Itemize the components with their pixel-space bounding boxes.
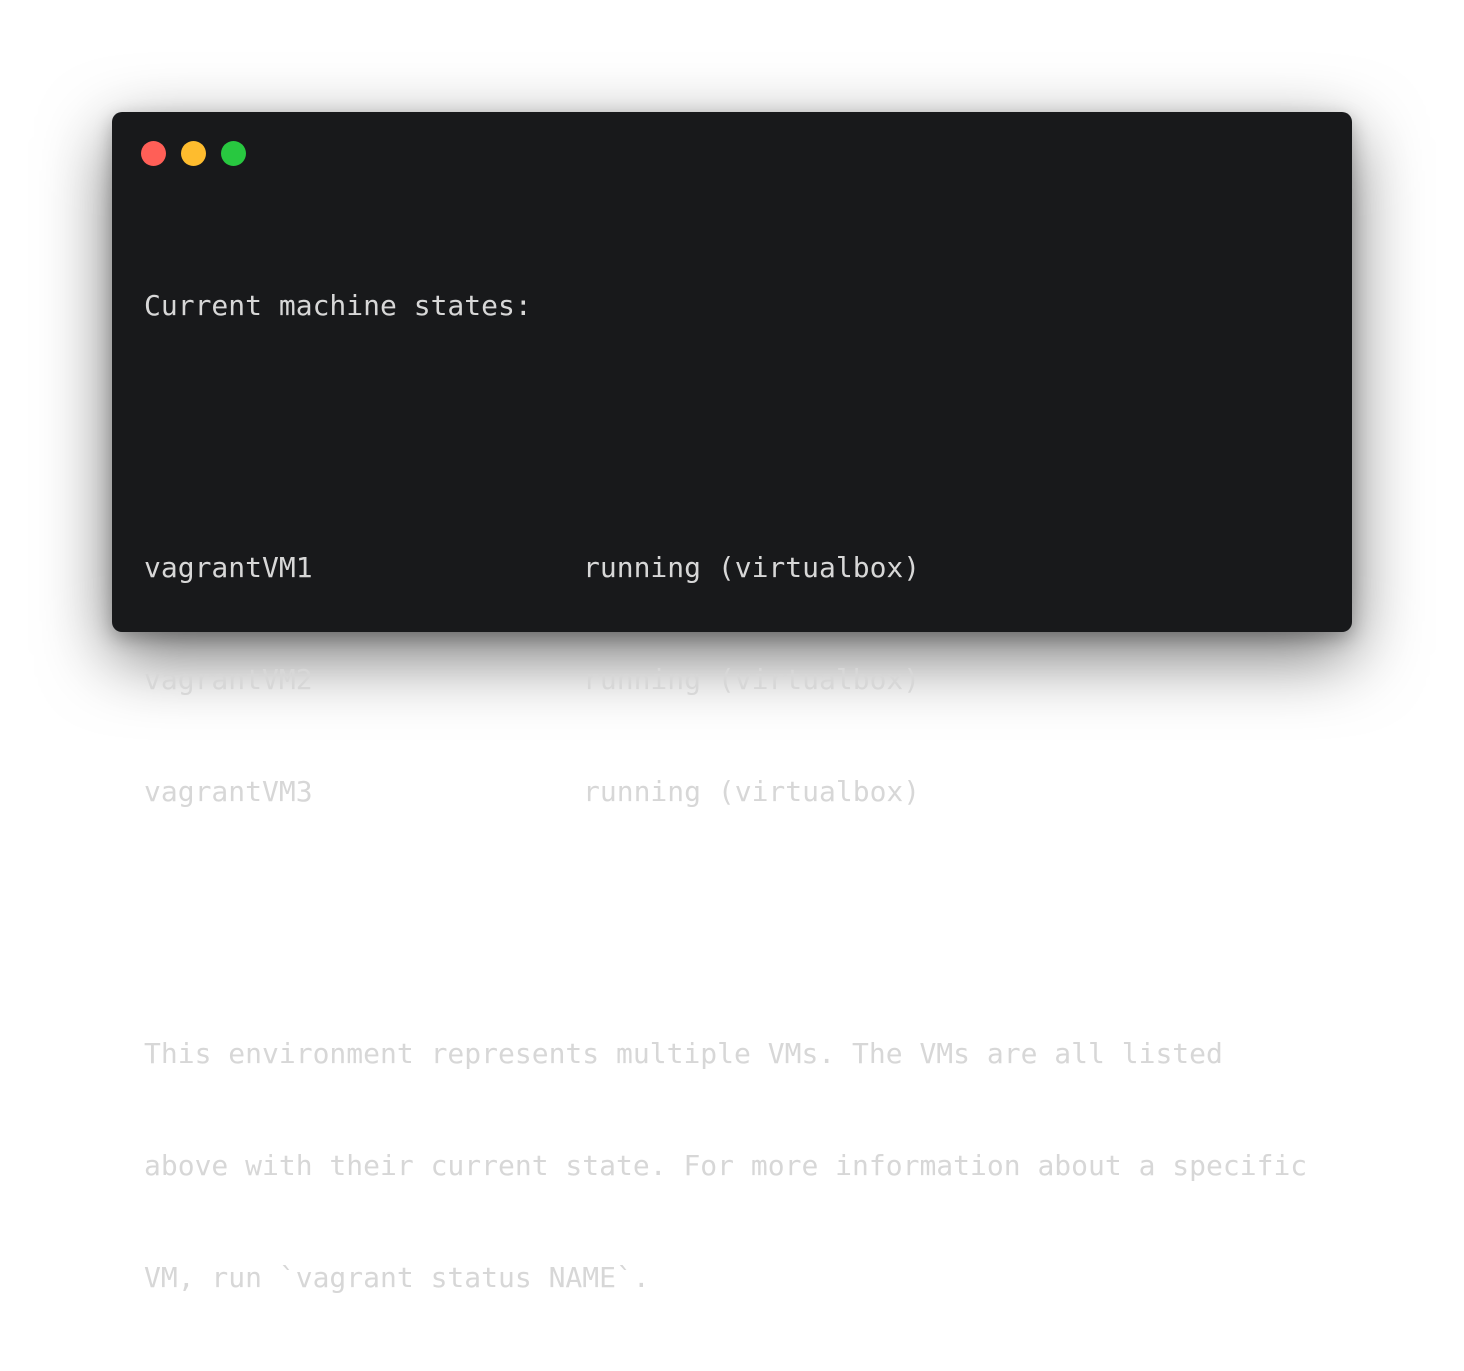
window-controls <box>141 141 246 166</box>
machine-state: running (virtualbox) <box>583 550 921 584</box>
machine-name: vagrantVM3 <box>144 775 313 809</box>
info-line: VM, run `vagrant status NAME`. <box>144 1261 650 1295</box>
info-line: This environment represents multiple VMs… <box>144 1036 1223 1070</box>
terminal-window: Current machine states: vagrantVM1 runnin… <box>112 112 1352 1294</box>
machine-name: vagrantVM2 <box>144 662 313 696</box>
machine-row: vagrantVM1 running (virtualbox) <box>144 549 1332 586</box>
machine-state: running (virtualbox) <box>583 662 921 696</box>
zoom-button[interactable] <box>221 141 246 166</box>
machine-row: vagrantVM2 running (virtualbox) <box>144 661 1332 698</box>
machine-state: running (virtualbox) <box>583 775 921 809</box>
machine-row: vagrantVM3 running (virtualbox) <box>144 773 1332 810</box>
minimize-button[interactable] <box>181 141 206 166</box>
output-header: Current machine states: <box>144 288 532 322</box>
terminal-output: Current machine states: vagrantVM1 runnin… <box>144 212 1332 1371</box>
close-button[interactable] <box>141 141 166 166</box>
info-line: above with their current state. For more… <box>144 1149 1308 1183</box>
machine-name: vagrantVM1 <box>144 550 313 584</box>
